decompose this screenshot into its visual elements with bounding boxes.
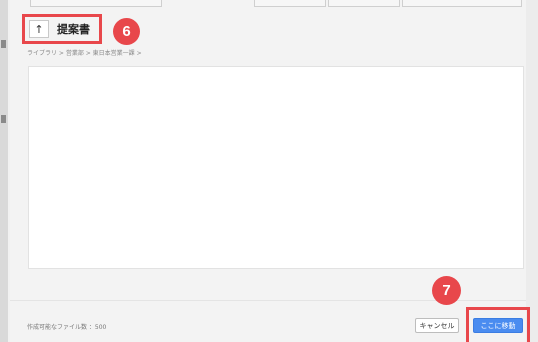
background-tab bbox=[254, 0, 326, 7]
background-tab bbox=[30, 0, 162, 7]
background-page-edge bbox=[0, 0, 8, 342]
step-6-highlight bbox=[22, 14, 102, 44]
cancel-button[interactable]: キャンセル bbox=[415, 318, 459, 333]
dialog-scrollbar[interactable] bbox=[525, 0, 538, 342]
step-6-badge: 6 bbox=[113, 18, 140, 45]
background-tab bbox=[402, 0, 522, 7]
breadcrumb[interactable]: ライブラリ > 営業部 > 東日本営業一課 > bbox=[27, 48, 142, 57]
background-tab bbox=[328, 0, 400, 7]
folder-list[interactable] bbox=[28, 66, 524, 269]
step-7-highlight bbox=[466, 307, 530, 342]
file-count-label: 作成可能なファイル数 ：500 bbox=[27, 324, 107, 331]
background-mark bbox=[1, 115, 6, 123]
step-7-badge: 7 bbox=[432, 276, 461, 305]
move-file-dialog: ↑ 提案書 6 ライブラリ > 営業部 > 東日本営業一課 > 作成可能なファイ… bbox=[10, 0, 530, 342]
background-mark bbox=[1, 40, 6, 48]
